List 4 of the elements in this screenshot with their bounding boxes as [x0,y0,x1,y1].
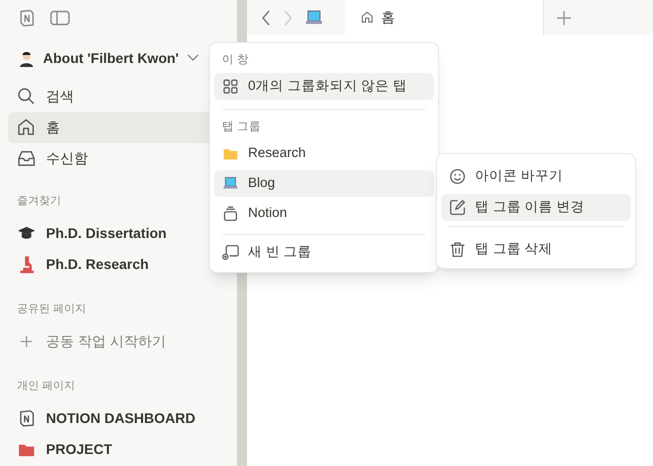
section-heading: 개인 페이지 [16,379,76,394]
section-heading: 공유된 페이지 [16,302,88,317]
menu-heading: 이 창 [221,53,250,68]
section-heading: 즐겨찾기 [16,194,62,209]
